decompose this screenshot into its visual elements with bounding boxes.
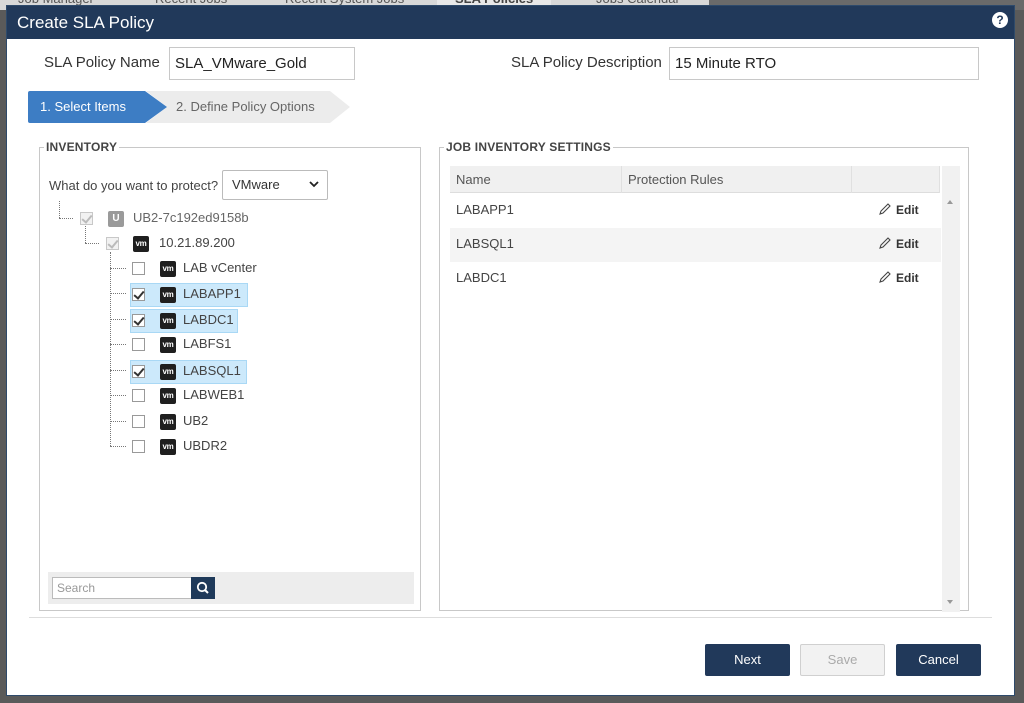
sla-policy-name-input[interactable] bbox=[169, 47, 355, 80]
grid-scrollbar[interactable] bbox=[942, 166, 960, 612]
tree-node-vm[interactable]: vm LAB vCenter bbox=[130, 258, 260, 280]
tree-node-label: UBDR2 bbox=[183, 438, 228, 453]
protect-label: What do you want to protect? bbox=[49, 178, 219, 193]
vm-icon: vm bbox=[160, 261, 176, 277]
tree-node-vm[interactable]: vm LABAPP1 bbox=[130, 283, 248, 307]
wizard-step-define-policy-options[interactable]: 2. Define Policy Options bbox=[146, 91, 350, 123]
next-button[interactable]: Next bbox=[705, 644, 790, 676]
table-row: LABDC1 Edit bbox=[450, 262, 941, 296]
host-checkbox[interactable] bbox=[106, 237, 119, 250]
tree-node-vm[interactable]: vm LABFS1 bbox=[130, 334, 260, 356]
row-name: LABSQL1 bbox=[456, 236, 514, 251]
search-button[interactable] bbox=[191, 577, 215, 599]
vm-checkbox[interactable] bbox=[132, 389, 145, 402]
tree-node-label: LABDC1 bbox=[183, 312, 234, 327]
pencil-icon bbox=[879, 271, 891, 283]
inventory-search-bar bbox=[48, 572, 414, 604]
pencil-icon bbox=[879, 203, 891, 215]
tree-connector bbox=[59, 201, 60, 218]
tree-node-label: UB2-7c192ed9158b bbox=[133, 210, 249, 225]
tree-node-vm[interactable]: vm LABSQL1 bbox=[130, 360, 247, 384]
tree-connector bbox=[110, 252, 111, 446]
job-inventory-grid-header: Name Protection Rules bbox=[450, 166, 940, 193]
tree-node-label: UB2 bbox=[183, 413, 209, 428]
scroll-up-arrow-icon[interactable] bbox=[947, 200, 953, 204]
tree-connector bbox=[110, 395, 126, 396]
pencil-icon bbox=[879, 237, 891, 249]
protect-type-select[interactable]: VMware bbox=[222, 170, 328, 200]
tree-node-label: LAB vCenter bbox=[183, 260, 257, 275]
table-row: LABSQL1 Edit bbox=[450, 228, 941, 262]
tree-connector bbox=[110, 446, 126, 447]
table-row: LABAPP1 Edit bbox=[450, 194, 941, 228]
tree-connector bbox=[110, 268, 126, 269]
vm-checkbox[interactable] bbox=[132, 440, 145, 453]
tree-connector bbox=[110, 319, 126, 320]
vm-icon: vm bbox=[160, 287, 176, 303]
column-header-protection-rules[interactable]: Protection Rules bbox=[622, 166, 852, 193]
vm-checkbox[interactable] bbox=[132, 338, 145, 351]
dialog-title: Create SLA Policy bbox=[17, 13, 155, 32]
inventory-panel: INVENTORY What do you want to protect? V… bbox=[39, 140, 421, 611]
edit-label: Edit bbox=[896, 271, 919, 285]
vm-icon: vm bbox=[160, 414, 176, 430]
vm-icon: vm bbox=[160, 364, 176, 380]
chevron-down-icon bbox=[309, 181, 319, 188]
vm-checkbox[interactable] bbox=[132, 365, 145, 378]
tree-connector bbox=[110, 293, 126, 294]
cancel-button[interactable]: Cancel bbox=[896, 644, 981, 676]
tree-node-root[interactable]: U UB2-7c192ed9158b bbox=[80, 208, 280, 230]
tree-connector bbox=[110, 421, 126, 422]
sla-policy-name-label: SLA Policy Name bbox=[44, 54, 160, 71]
vmware-host-icon: vm bbox=[133, 236, 149, 252]
footer-divider bbox=[29, 617, 992, 618]
sla-policy-description-input[interactable] bbox=[669, 47, 979, 80]
vm-checkbox[interactable] bbox=[132, 262, 145, 275]
vm-icon: vm bbox=[160, 337, 176, 353]
scroll-down-arrow-icon[interactable] bbox=[947, 600, 953, 604]
tree-connector bbox=[110, 370, 126, 371]
tree-node-vm[interactable]: vm LABWEB1 bbox=[130, 385, 260, 407]
vm-checkbox[interactable] bbox=[132, 415, 145, 428]
tree-node-vm[interactable]: vm LABDC1 bbox=[130, 309, 238, 333]
row-name: LABAPP1 bbox=[456, 202, 514, 217]
vm-checkbox[interactable] bbox=[132, 288, 145, 301]
tree-node-label: 10.21.89.200 bbox=[159, 235, 235, 250]
tree-connector bbox=[85, 243, 99, 244]
appliance-icon: U bbox=[108, 211, 124, 227]
wizard-step-select-items[interactable]: 1. Select Items bbox=[28, 91, 167, 123]
vm-icon: vm bbox=[160, 439, 176, 455]
tree-node-label: LABWEB1 bbox=[183, 387, 245, 402]
job-inventory-panel: JOB INVENTORY SETTINGS Name Protection R… bbox=[439, 140, 969, 612]
tree-node-host[interactable]: vm 10.21.89.200 bbox=[106, 233, 286, 255]
sla-policy-description-label: SLA Policy Description bbox=[511, 54, 662, 71]
help-icon[interactable]: ? bbox=[992, 12, 1008, 28]
edit-label: Edit bbox=[896, 237, 919, 251]
job-inventory-legend: JOB INVENTORY SETTINGS bbox=[446, 140, 611, 154]
tree-node-label: LABSQL1 bbox=[183, 363, 241, 378]
root-checkbox bbox=[80, 212, 93, 225]
dialog-title-bar: Create SLA Policy ? bbox=[7, 6, 1014, 39]
edit-label: Edit bbox=[896, 203, 919, 217]
inventory-search-input[interactable] bbox=[52, 577, 192, 599]
tree-connector bbox=[110, 344, 126, 345]
column-header-actions bbox=[852, 166, 940, 193]
vm-icon: vm bbox=[160, 313, 176, 329]
column-header-name[interactable]: Name bbox=[450, 166, 622, 193]
tree-node-vm[interactable]: vm UBDR2 bbox=[130, 436, 260, 458]
tree-connector bbox=[59, 218, 73, 219]
save-button[interactable]: Save bbox=[800, 644, 885, 676]
search-icon bbox=[196, 581, 209, 594]
row-name: LABDC1 bbox=[456, 270, 507, 285]
vm-icon: vm bbox=[160, 388, 176, 404]
tree-node-label: LABFS1 bbox=[183, 336, 232, 351]
tree-node-label: LABAPP1 bbox=[183, 286, 241, 301]
tree-node-vm[interactable]: vm UB2 bbox=[130, 411, 260, 433]
protect-type-value: VMware bbox=[232, 177, 280, 192]
inventory-legend: INVENTORY bbox=[46, 140, 118, 154]
create-sla-policy-dialog: Create SLA Policy ? SLA Policy Name SLA … bbox=[6, 5, 1015, 696]
vm-checkbox[interactable] bbox=[132, 314, 145, 327]
